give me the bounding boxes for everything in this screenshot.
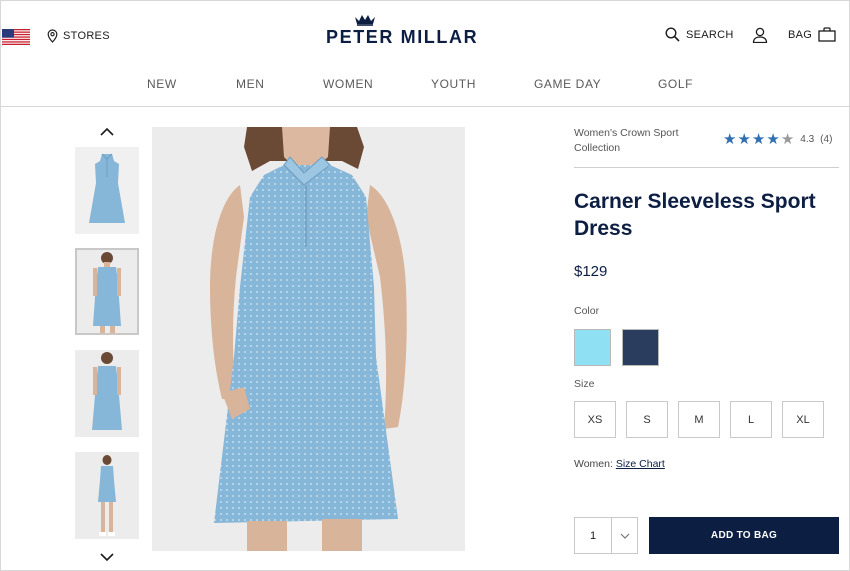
thumbnail-4[interactable]: [75, 452, 139, 539]
bag-icon: [818, 27, 836, 42]
size-m-button[interactable]: M: [678, 401, 720, 438]
size-label: Size: [574, 378, 595, 390]
rating-value: 4.3: [800, 134, 815, 145]
review-count[interactable]: (4): [820, 134, 832, 145]
stores-label: STORES: [63, 30, 110, 42]
product-title: Carner Sleeveless Sport Dress: [574, 190, 816, 240]
rating-stars: ★ ★ ★ ★ ★: [723, 132, 794, 147]
quantity-select[interactable]: 1: [574, 517, 638, 554]
model-full-image: [75, 452, 139, 539]
model-back-image: [75, 350, 139, 437]
star-icon: ★: [780, 131, 795, 148]
logo-text: PETER MILLAR: [326, 27, 479, 47]
main-nav: NEW MEN WOMEN YOUTH GAME DAY GOLF: [0, 77, 850, 91]
nav-item-new[interactable]: NEW: [147, 77, 177, 91]
header-divider: [1, 106, 849, 107]
size-s-button[interactable]: S: [626, 401, 668, 438]
account-icon[interactable]: [752, 27, 768, 43]
main-product-image[interactable]: [152, 127, 465, 551]
nav-item-golf[interactable]: GOLF: [658, 77, 693, 91]
stores-link[interactable]: STORES: [47, 29, 110, 43]
add-to-bag-button[interactable]: ADD TO BAG: [649, 517, 839, 554]
star-icon: ★: [723, 131, 737, 148]
thumbnail-3[interactable]: [75, 350, 139, 437]
collection-link[interactable]: Women's Crown Sport Collection: [574, 126, 694, 156]
star-icon: ★: [737, 131, 751, 148]
nav-item-men[interactable]: MEN: [236, 77, 264, 91]
nav-item-women[interactable]: WOMEN: [323, 77, 373, 91]
model-dress-image: [152, 127, 465, 551]
search-icon: [665, 27, 680, 42]
star-icon: ★: [766, 131, 780, 148]
color-label: Color: [574, 305, 600, 317]
size-xl-button[interactable]: XL: [782, 401, 824, 438]
search-button[interactable]: SEARCH: [665, 27, 734, 42]
size-chart-prefix: Women:: [574, 458, 613, 470]
model-front-image: [77, 250, 137, 333]
color-swatch-light-blue[interactable]: [574, 329, 611, 366]
size-l-button[interactable]: L: [730, 401, 772, 438]
quantity-dropdown[interactable]: [612, 518, 637, 553]
star-icon: ★: [751, 131, 766, 148]
size-chart-row: Women: Size Chart: [574, 458, 665, 470]
size-chart-link[interactable]: Size Chart: [616, 458, 665, 470]
bag-label: BAG: [788, 28, 813, 41]
nav-item-game-day[interactable]: GAME DAY: [534, 77, 601, 91]
product-rating[interactable]: ★ ★ ★ ★ ★ 4.3 (4): [723, 132, 832, 147]
crown-icon: [355, 15, 375, 26]
bag-button[interactable]: BAG: [788, 27, 836, 42]
chevron-down-icon[interactable]: [100, 553, 114, 562]
us-flag-icon[interactable]: [2, 29, 30, 45]
size-xs-button[interactable]: XS: [574, 401, 616, 438]
location-pin-icon: [47, 29, 58, 43]
thumbnail-1[interactable]: [75, 147, 139, 234]
chevron-down-icon: [620, 533, 629, 539]
color-swatch-navy[interactable]: [622, 329, 659, 366]
nav-item-youth[interactable]: YOUTH: [431, 77, 476, 91]
dress-flat-image: [75, 147, 139, 234]
search-label: SEARCH: [686, 28, 734, 41]
thumbnail-2[interactable]: [75, 248, 139, 335]
info-divider: [574, 167, 839, 168]
product-price: $129: [574, 263, 608, 280]
chevron-up-icon[interactable]: [100, 127, 114, 136]
quantity-value: 1: [575, 518, 612, 553]
brand-logo[interactable]: PETER MILLAR: [326, 13, 516, 47]
